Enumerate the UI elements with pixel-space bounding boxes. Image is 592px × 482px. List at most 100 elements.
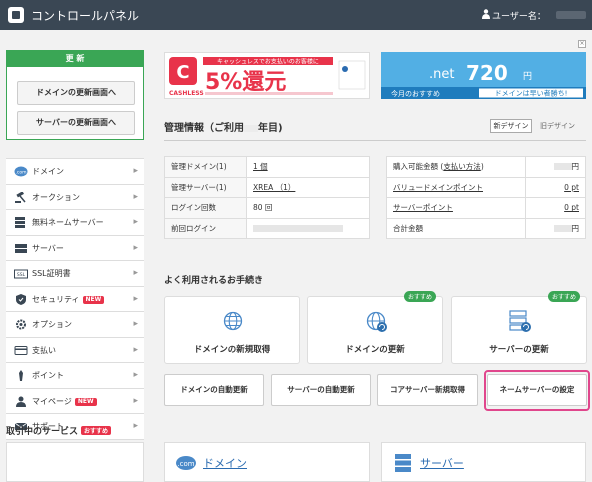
bottom-card-server[interactable]: サーバー xyxy=(381,442,586,482)
svg-text:SSL: SSL xyxy=(17,272,26,278)
info-value-text[interactable]: 1 個 xyxy=(253,162,268,171)
sidebar-menu: .com ドメイン ▸ オークション ▸ 無料ネームサーバー ▸ サーバー ▸ SSL SSL証明書… xyxy=(6,158,144,440)
new-design-button[interactable]: 新デザイン xyxy=(490,119,532,133)
net-banner-today: 今月のおすすめ xyxy=(391,89,440,98)
sidebar-item-7[interactable]: 支払い ▸ xyxy=(6,338,144,363)
coreserver-new-button[interactable]: コアサーバー新規取得 xyxy=(377,374,478,406)
sidebar-item-text: 支払い xyxy=(32,345,56,355)
chevron-right-icon: ▸ xyxy=(133,395,138,406)
info-value[interactable]: 0 pt xyxy=(525,197,586,219)
chevron-right-icon: ▸ xyxy=(133,191,138,202)
info-row: バリュードメインポイント 0 pt xyxy=(386,176,586,198)
info-value-text[interactable]: 0 pt xyxy=(564,183,579,192)
sidebar-item-5[interactable]: セキュリティ NEW ▸ xyxy=(6,287,144,312)
card-icon xyxy=(14,345,28,355)
sidebar-item-text: ポイント xyxy=(32,371,64,380)
sidebar-item-4[interactable]: SSL SSL証明書 ▸ xyxy=(6,261,144,287)
gear-icon xyxy=(16,319,26,330)
info-value: 80 回 xyxy=(246,197,370,219)
server-autorenew-button[interactable]: サーバーの自動更新 xyxy=(271,374,371,406)
sidebar-item-0[interactable]: .com ドメイン ▸ xyxy=(6,159,144,185)
chevron-right-icon: ▸ xyxy=(133,344,138,355)
bottom-card-domain[interactable]: .com ドメイン xyxy=(164,442,370,482)
sidebar-item-label: サーバー xyxy=(32,236,64,261)
globe-refresh-icon xyxy=(366,311,387,332)
chevron-right-icon: ▸ xyxy=(133,217,138,227)
recommend-badge: おすすめ xyxy=(547,291,580,302)
card-domain-renew[interactable]: おすすめ ドメインの更新 xyxy=(307,291,443,364)
info-key: サーバーポイント xyxy=(386,197,526,219)
chevron-right-icon: ▸ xyxy=(133,319,138,329)
info-key: ログイン回数 xyxy=(164,197,247,219)
info-key: バリュードメインポイント xyxy=(386,176,526,198)
amount-value xyxy=(553,224,572,232)
card-server-renew-label: サーバーの更新 xyxy=(489,345,549,355)
info-key: 前回ログイン xyxy=(164,217,247,239)
info-row: ログイン回数 80 回 xyxy=(164,197,370,219)
panel-title-text: 管理情報（ご利用 xyxy=(164,123,244,134)
sidebar-item-label: セキュリティ NEW xyxy=(32,287,105,312)
services-box xyxy=(6,442,144,482)
sidebar-item-2[interactable]: 無料ネームサーバー ▸ xyxy=(6,210,144,236)
server-refresh-icon xyxy=(509,310,531,332)
sidebar-item-label: 無料ネームサーバー xyxy=(32,210,104,235)
svg-text:.com: .com xyxy=(15,171,26,176)
info-key: 管理ドメイン(1) xyxy=(164,156,247,178)
recommend-badge: おすすめ xyxy=(403,291,436,302)
sidebar-item-label: オークション xyxy=(32,185,80,210)
update-box: 更 新 ドメインの更新画面へ サーバーの更新画面へ xyxy=(6,50,144,140)
sidebar-item-6[interactable]: オプション ▸ xyxy=(6,312,144,338)
info-key: 合計金額 xyxy=(386,217,526,239)
info-key-link[interactable]: バリュードメインポイント xyxy=(393,183,483,192)
info-value-text[interactable]: 0 pt xyxy=(564,203,579,212)
globe-icon xyxy=(223,311,243,331)
panel-divider xyxy=(164,140,586,141)
info-value xyxy=(246,217,370,239)
net-banner-art: .net 720 円 今月のおすすめ ドメインは早い者勝ち! xyxy=(381,52,586,99)
server-stack-icon xyxy=(15,217,25,228)
info-row: 購入可能金額 (支払い方法) 円 xyxy=(386,156,586,178)
sidebar-item-1[interactable]: オークション ▸ xyxy=(6,185,144,210)
info-key-text: 合計金額 xyxy=(393,223,423,233)
procedures-title: よく利用されるお手続き xyxy=(164,276,264,286)
net-domain-banner[interactable]: .net 720 円 今月のおすすめ ドメインは早い者勝ち! xyxy=(381,52,586,99)
chevron-right-icon: ▸ xyxy=(133,242,138,253)
info-row: 管理サーバー(1) XREA （1） xyxy=(164,176,370,198)
new-badge: NEW xyxy=(74,397,97,406)
top-bar: コントロールパネル ユーザー名： xyxy=(0,0,592,30)
sidebar-item-3[interactable]: サーバー ▸ xyxy=(6,236,144,261)
sidebar-item-label: ドメイン xyxy=(32,159,64,184)
bottom-card-server-label: サーバー xyxy=(420,457,464,470)
sidebar-item-8[interactable]: ポイント ▸ xyxy=(6,363,144,389)
domain-autorenew-button[interactable]: ドメインの自動更新 xyxy=(164,374,264,406)
card-domain-new[interactable]: ドメインの新規取得 xyxy=(164,296,300,364)
last-login-value xyxy=(253,224,343,232)
info-key-end: ) xyxy=(480,162,484,172)
old-design-link[interactable]: 旧デザイン xyxy=(540,119,575,133)
info-value[interactable]: XREA （1） xyxy=(246,176,370,198)
highlight-frame xyxy=(484,370,590,411)
chevron-right-icon: ▸ xyxy=(133,166,138,176)
sidebar-item-label: ポイント xyxy=(32,363,64,388)
info-value[interactable]: 1 個 xyxy=(246,156,370,178)
server-update-button[interactable]: サーバーの更新画面へ xyxy=(17,111,135,135)
domain-update-button[interactable]: ドメインの更新画面へ xyxy=(17,81,135,105)
chevron-right-icon: ▸ xyxy=(133,421,138,431)
info-value-text[interactable]: XREA （1） xyxy=(253,183,295,192)
sidebar-item-text: サーバー xyxy=(32,243,64,253)
username-label: ユーザー名： xyxy=(492,12,546,22)
cashless-banner[interactable]: C CASHLESS キャッシュレスでお支払いのお客様に 5%還元 xyxy=(164,52,370,99)
info-key-link[interactable]: 支払い方法 xyxy=(443,162,481,171)
chevron-right-icon: ▸ xyxy=(133,370,138,380)
card-domain-renew-label: ドメインの更新 xyxy=(345,345,405,355)
sidebar-item-text: ドメイン xyxy=(32,167,64,176)
card-server-renew[interactable]: おすすめ サーバーの更新 xyxy=(451,291,587,364)
info-key-link[interactable]: サーバーポイント xyxy=(393,203,453,212)
sidebar-item-9[interactable]: マイページ NEW ▸ xyxy=(6,389,144,414)
chevron-right-icon: ▸ xyxy=(133,268,138,278)
close-icon[interactable]: × xyxy=(578,40,586,48)
recommend-badge: おすすめ xyxy=(81,426,112,435)
control-panel-logo-icon xyxy=(8,7,24,23)
info-value[interactable]: 0 pt xyxy=(525,176,586,198)
cashless-tagline: キャッシュレスでお支払いのお客様に xyxy=(217,58,319,66)
